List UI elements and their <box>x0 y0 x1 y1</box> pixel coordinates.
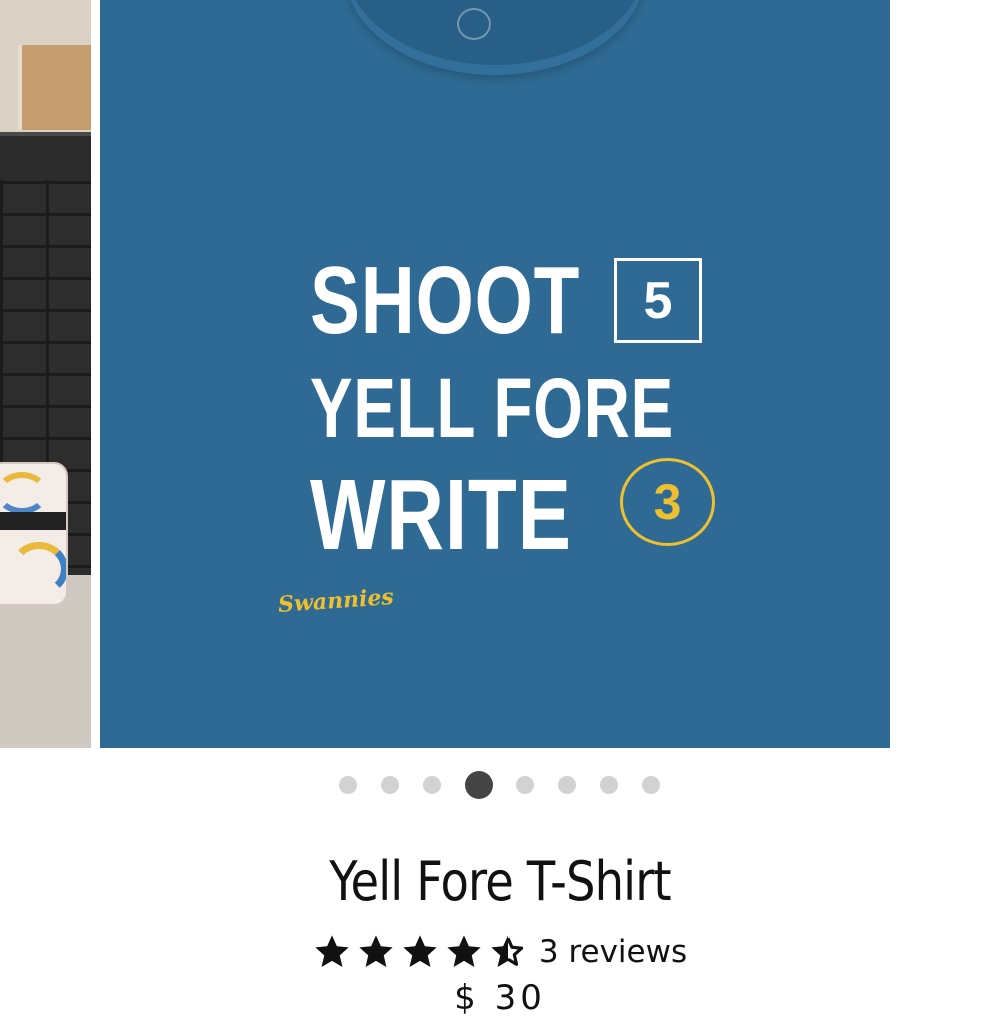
shirt-collar <box>345 0 645 75</box>
reviews-link[interactable]: 3 reviews <box>539 934 687 970</box>
half-star-icon <box>491 935 524 968</box>
carousel-dot[interactable] <box>642 776 660 794</box>
scene-ledge <box>0 132 91 181</box>
suitcase-pattern <box>0 472 48 514</box>
scene-window-frame <box>18 45 91 130</box>
star-icon <box>315 935 349 968</box>
product-title: Yell Fore T-Shirt <box>329 850 671 913</box>
carousel-slide-next[interactable] <box>900 0 1000 748</box>
star-icon <box>403 935 437 968</box>
shirt-print-box-score: 5 <box>614 258 702 343</box>
product-image-carousel[interactable]: SHOOT 5 YELL FORE WRITE 3 Swannies <box>0 0 1000 748</box>
carousel-dot[interactable] <box>558 776 576 794</box>
rating-stars <box>313 933 527 971</box>
shirt-print-line-3: WRITE <box>310 459 572 571</box>
product-rating[interactable]: 3 reviews <box>0 928 1000 976</box>
suitcase-strap <box>0 512 66 530</box>
scene-suitcase <box>0 462 68 606</box>
suitcase-pattern <box>10 542 66 596</box>
carousel-pagination <box>0 770 1000 800</box>
carousel-dot[interactable] <box>516 776 534 794</box>
carousel-dot[interactable] <box>423 776 441 794</box>
collar-logo-icon <box>457 8 491 40</box>
carousel-slide-previous[interactable] <box>0 0 91 748</box>
carousel-dot-active[interactable] <box>465 771 493 799</box>
carousel-dot[interactable] <box>600 776 618 794</box>
shirt-brand-logo: Swannies <box>277 583 395 619</box>
shirt-print-circle-score: 3 <box>620 458 715 546</box>
carousel-dot[interactable] <box>381 776 399 794</box>
shirt-print-line-2: YELL FORE <box>310 361 674 455</box>
star-icon <box>447 935 481 968</box>
shirt-print-line-1: SHOOT <box>310 247 581 354</box>
star-icon <box>359 935 393 968</box>
carousel-slide-active[interactable]: SHOOT 5 YELL FORE WRITE 3 Swannies <box>100 0 890 748</box>
carousel-dot[interactable] <box>339 776 357 794</box>
product-price: $ 30 <box>454 978 546 1018</box>
